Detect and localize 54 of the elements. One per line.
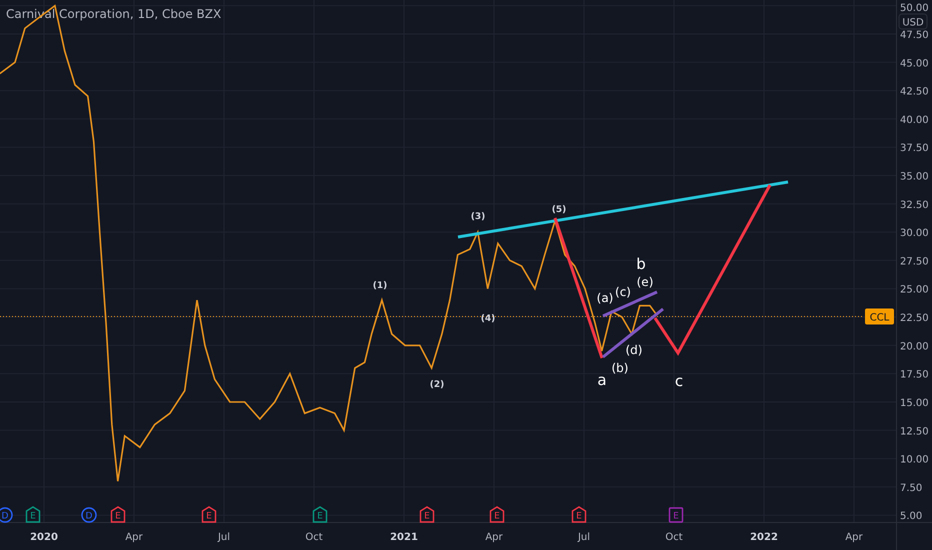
time-axis-label: Jul <box>578 532 590 543</box>
price-axis-label: 12.50 <box>900 426 929 438</box>
price-axis-label: 10.00 <box>900 454 929 466</box>
price-axis-label: 15.00 <box>900 398 929 409</box>
symbol-price-tag: CCL <box>865 308 894 324</box>
dividend-marker[interactable]: D <box>0 507 13 523</box>
wave-label: (d) <box>626 343 642 357</box>
dividend-marker[interactable]: D <box>81 507 97 523</box>
wave-label: a <box>597 371 607 389</box>
price-axis-label: 50.00 <box>900 3 929 14</box>
price-axis-label: 7.50 <box>900 482 922 494</box>
price-axis-label: 32.50 <box>900 200 929 211</box>
price-axis-label: 40.00 <box>900 114 929 126</box>
price-axis-label: 22.50 <box>900 313 929 324</box>
wave-label: (4) <box>480 314 496 324</box>
wave-label: (e) <box>636 275 654 289</box>
earnings-marker[interactable]: E <box>110 506 126 523</box>
wave-label: (2) <box>430 380 444 390</box>
price-axis-label: 17.50 <box>900 370 929 381</box>
price-axis-label: 20.00 <box>900 341 929 352</box>
price-axis-label: 42.50 <box>900 86 929 98</box>
price-axis-label: 25.00 <box>900 284 929 296</box>
wave-label: b <box>636 255 646 273</box>
earnings-marker[interactable]: E <box>202 506 216 523</box>
price-axis-label: 5.00 <box>900 511 922 522</box>
price-axis-label: 45.00 <box>900 58 929 70</box>
wave-label: (3) <box>470 212 486 222</box>
earnings-marker[interactable]: E <box>490 506 504 523</box>
time-axis-label: Oct <box>305 532 323 543</box>
wave-label: (c) <box>615 285 631 299</box>
price-axis-label: 27.50 <box>900 256 929 268</box>
earnings-marker[interactable]: E <box>668 507 684 523</box>
earnings-marker[interactable]: E <box>312 506 328 523</box>
time-axis-label: Jul <box>218 532 230 543</box>
earnings-marker[interactable]: E <box>420 506 434 523</box>
time-axis-label: Oct <box>665 532 683 543</box>
price-axis-label: 35.00 <box>900 172 929 182</box>
time-axis-label: Apr <box>845 532 863 543</box>
currency-label[interactable]: USD <box>898 14 928 30</box>
time-axis-label: 2020 <box>30 532 58 543</box>
earnings-marker[interactable]: E <box>26 506 40 523</box>
wave-label: c <box>674 372 684 390</box>
time-axis-label: Apr <box>125 532 143 543</box>
time-axis-label: Apr <box>485 532 503 543</box>
price-axis-label: 30.00 <box>900 228 929 240</box>
wave-label: (b) <box>612 361 628 375</box>
time-axis-label: 2022 <box>750 532 778 543</box>
wave-label: (a) <box>596 291 614 305</box>
time-axis-label: 2021 <box>390 532 418 543</box>
wave-label: (1) <box>372 281 388 291</box>
earnings-marker[interactable]: E <box>572 506 586 523</box>
price-axis-label: 47.50 <box>900 30 929 41</box>
wave-label: (5) <box>552 205 566 215</box>
price-axis-label: 37.50 <box>900 143 929 154</box>
